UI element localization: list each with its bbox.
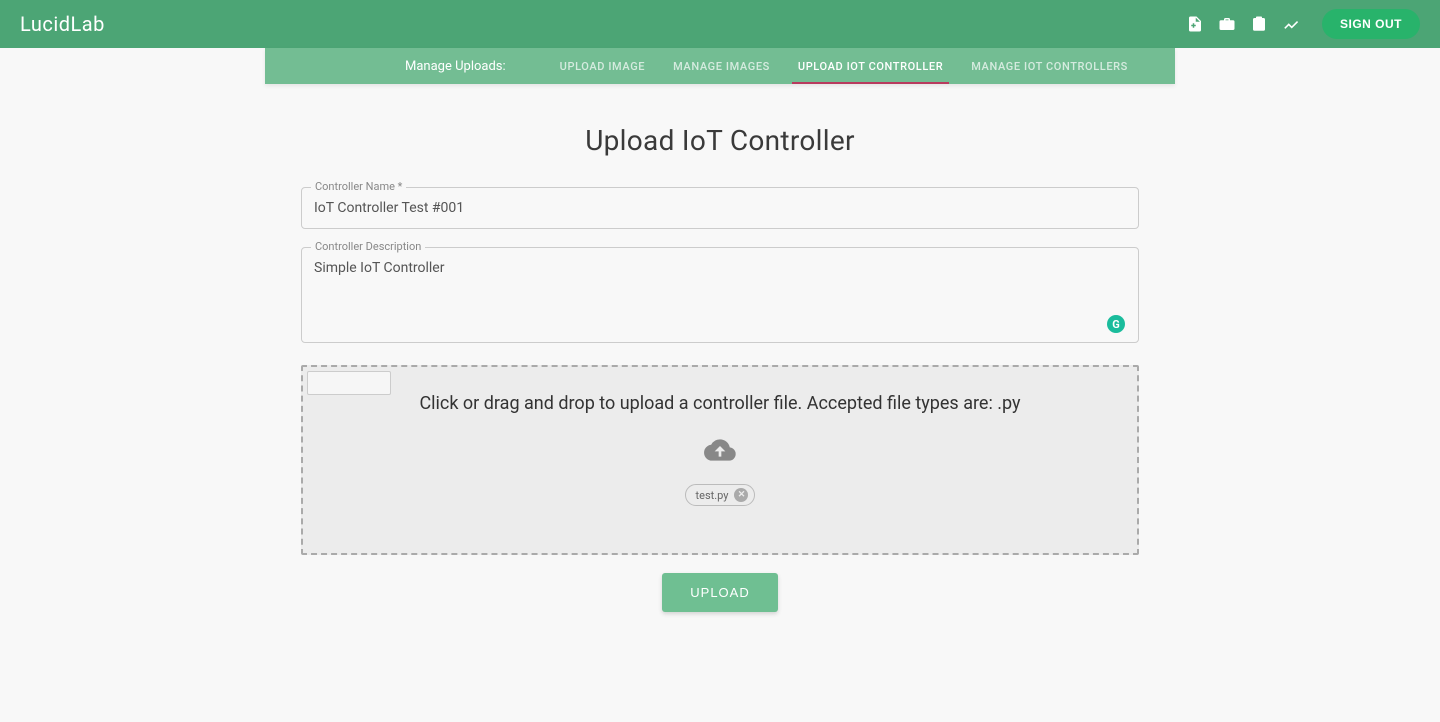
tabs-bar: Manage Uploads: UPLOAD IMAGE MANAGE IMAG… bbox=[265, 48, 1175, 84]
file-add-icon[interactable] bbox=[1186, 15, 1204, 33]
controller-desc-label: Controller Description bbox=[311, 240, 425, 253]
controller-desc-field: Controller Description G bbox=[301, 247, 1139, 347]
brand-title: LucidLab bbox=[20, 12, 1186, 36]
content-container: Manage Uploads: UPLOAD IMAGE MANAGE IMAG… bbox=[265, 48, 1175, 612]
dropzone-choose-button[interactable] bbox=[307, 371, 391, 395]
briefcase-icon[interactable] bbox=[1218, 15, 1236, 33]
cloud-upload-icon bbox=[700, 434, 740, 470]
tabs-list: UPLOAD IMAGE MANAGE IMAGES UPLOAD IOT CO… bbox=[546, 48, 1142, 84]
sign-out-button[interactable]: SIGN OUT bbox=[1322, 9, 1420, 39]
controller-desc-input[interactable] bbox=[301, 247, 1139, 343]
controller-name-label: Controller Name * bbox=[311, 180, 406, 193]
clipboard-icon[interactable] bbox=[1250, 15, 1268, 33]
controller-name-field: Controller Name * bbox=[301, 187, 1139, 229]
file-dropzone[interactable]: Click or drag and drop to upload a contr… bbox=[301, 365, 1139, 555]
upload-row: UPLOAD bbox=[301, 573, 1139, 612]
uploaded-file-chip: test.py ✕ bbox=[685, 484, 756, 506]
controller-name-input[interactable] bbox=[301, 187, 1139, 229]
remove-file-icon[interactable]: ✕ bbox=[734, 488, 748, 502]
tab-manage-images[interactable]: MANAGE IMAGES bbox=[659, 48, 784, 84]
tab-manage-iot-controllers[interactable]: MANAGE IOT CONTROLLERS bbox=[957, 48, 1142, 84]
upload-form: Controller Name * Controller Description… bbox=[265, 187, 1175, 612]
tab-upload-image[interactable]: UPLOAD IMAGE bbox=[546, 48, 659, 84]
tab-upload-iot-controller[interactable]: UPLOAD IOT CONTROLLER bbox=[784, 48, 957, 84]
tabs-heading: Manage Uploads: bbox=[265, 59, 546, 74]
header-actions: SIGN OUT bbox=[1186, 9, 1420, 39]
app-header: LucidLab SIGN OUT bbox=[0, 0, 1440, 48]
dropzone-instructions: Click or drag and drop to upload a contr… bbox=[419, 393, 1020, 414]
page-title: Upload IoT Controller bbox=[265, 124, 1175, 157]
trending-icon[interactable] bbox=[1282, 15, 1300, 33]
grammar-check-icon[interactable]: G bbox=[1107, 315, 1125, 333]
upload-button[interactable]: UPLOAD bbox=[662, 573, 777, 612]
uploaded-file-name: test.py bbox=[696, 489, 729, 502]
